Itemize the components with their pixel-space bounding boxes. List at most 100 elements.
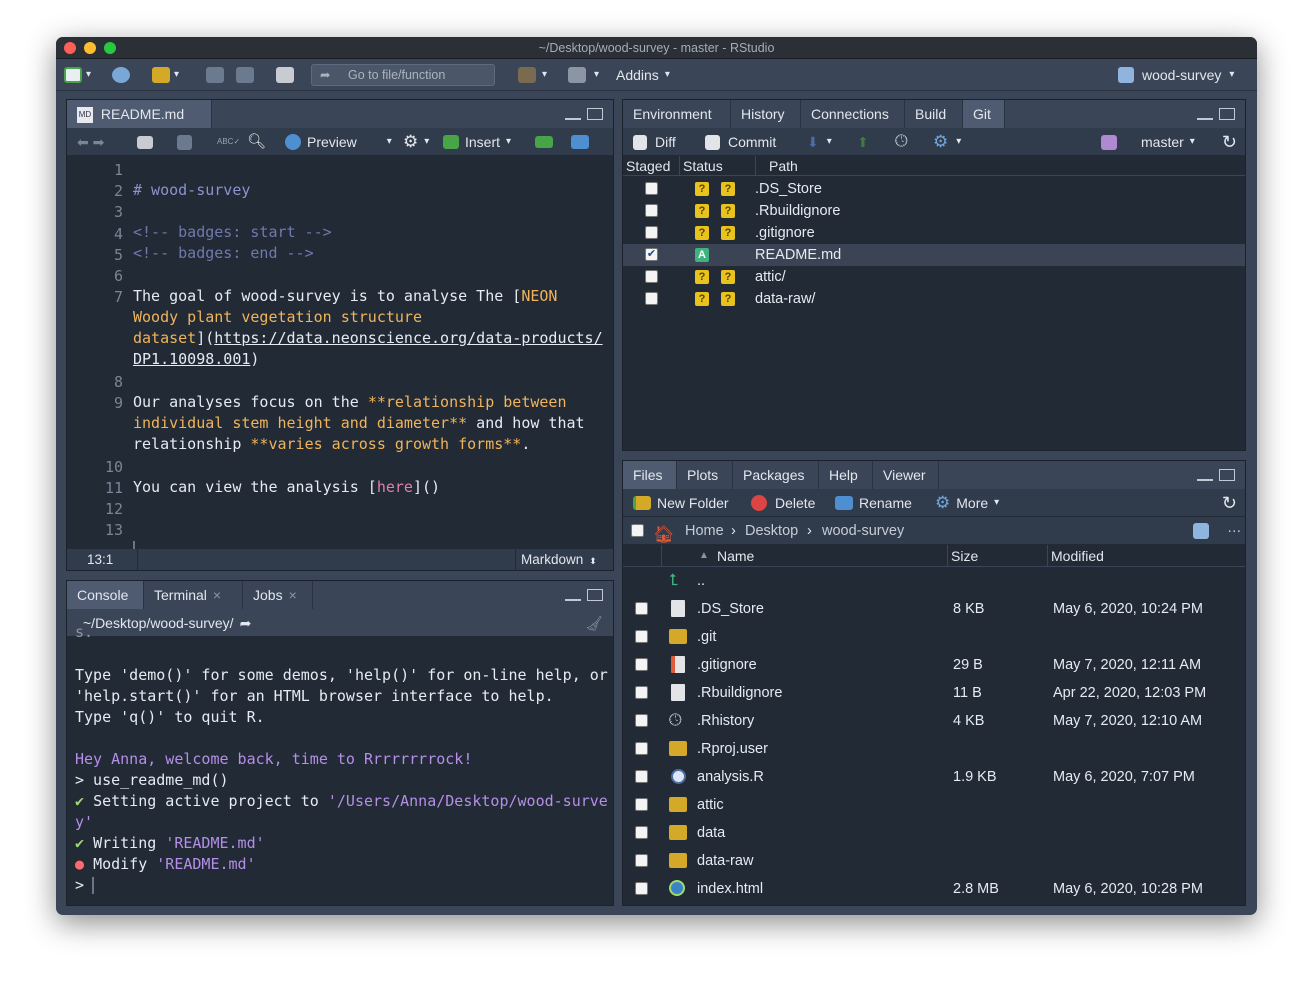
file-checkbox[interactable]: [635, 854, 648, 867]
source-minmax[interactable]: [565, 108, 603, 120]
stage-checkbox[interactable]: [645, 270, 658, 283]
file-checkbox[interactable]: [635, 798, 648, 811]
tab-git[interactable]: Git: [963, 100, 1005, 128]
publish-button[interactable]: [571, 128, 589, 156]
pull-button[interactable]: ⬇ ▾: [807, 128, 832, 156]
git-minmax[interactable]: [1197, 108, 1235, 120]
breadcrumb-home[interactable]: Home: [685, 517, 724, 545]
filetype-select[interactable]: Markdown ⬍: [521, 549, 597, 570]
minimize-pane-icon[interactable]: [565, 115, 581, 120]
file-row[interactable]: .git: [623, 623, 1245, 651]
settings-button[interactable]: ⚙ ▾: [403, 128, 429, 156]
refresh-button[interactable]: ↻: [1222, 128, 1237, 156]
close-window-button[interactable]: [64, 42, 76, 54]
file-name[interactable]: .Rbuildignore: [697, 679, 782, 707]
file-checkbox[interactable]: [635, 630, 648, 643]
file-name[interactable]: .DS_Store: [697, 595, 764, 623]
diff-button[interactable]: Diff: [633, 128, 676, 156]
tab-help[interactable]: Help: [819, 461, 873, 489]
rename-button[interactable]: Rename: [835, 489, 912, 517]
column-header-size[interactable]: Size: [951, 545, 978, 567]
file-name[interactable]: index.html: [697, 875, 763, 903]
stage-checkbox[interactable]: [645, 226, 658, 239]
column-header[interactable]: Path: [769, 156, 798, 176]
tab-packages[interactable]: Packages: [733, 461, 819, 489]
minimize-pane-icon[interactable]: [1197, 476, 1213, 481]
file-row[interactable]: data-raw: [623, 847, 1245, 875]
commit-button[interactable]: Commit: [705, 128, 776, 156]
stage-checkbox[interactable]: [645, 204, 658, 217]
maximize-pane-icon[interactable]: [1219, 469, 1235, 481]
stage-checkbox[interactable]: [645, 182, 658, 195]
close-tab-icon[interactable]: ×: [213, 587, 221, 603]
new-branch-button[interactable]: [1101, 128, 1117, 156]
new-project-button[interactable]: [112, 65, 130, 85]
new-file-button[interactable]: ▾: [64, 65, 91, 85]
file-checkbox[interactable]: [635, 826, 648, 839]
file-name[interactable]: attic: [697, 791, 724, 819]
open-file-button[interactable]: ▾: [152, 65, 179, 85]
file-row[interactable]: attic: [623, 791, 1245, 819]
print-button[interactable]: [276, 65, 294, 85]
file-row[interactable]: .Rproj.user: [623, 735, 1245, 763]
file-name[interactable]: .Rhistory: [697, 707, 754, 735]
tab-viewer[interactable]: Viewer: [873, 461, 939, 489]
vcs-button[interactable]: ▾: [518, 65, 547, 85]
zoom-window-button[interactable]: [104, 42, 116, 54]
push-button[interactable]: ⬆: [857, 128, 869, 156]
git-file-row[interactable]: ?? attic/: [623, 266, 1245, 288]
file-row[interactable]: .Rbuildignore 11 B Apr 22, 2020, 12:03 PM: [623, 679, 1245, 707]
console-prompt[interactable]: >: [75, 876, 95, 894]
file-row[interactable]: .gitignore 29 B May 7, 2020, 12:11 AM: [623, 651, 1245, 679]
minimize-pane-icon[interactable]: [1197, 115, 1213, 120]
minimize-window-button[interactable]: [84, 42, 96, 54]
show-in-window-button[interactable]: [137, 128, 153, 156]
file-row[interactable]: analysis.R 1.9 KB May 6, 2020, 7:07 PM: [623, 763, 1245, 791]
file-row[interactable]: 🕓︎ .Rhistory 4 KB May 7, 2020, 12:10 AM: [623, 707, 1245, 735]
r-project-icon[interactable]: [1193, 523, 1209, 539]
insert-chunk-button[interactable]: Insert ▾: [443, 128, 511, 156]
tab-history[interactable]: History: [731, 100, 801, 128]
branch-select[interactable]: master ▾: [1141, 128, 1195, 156]
preview-button[interactable]: Preview ▾: [285, 128, 392, 156]
git-file-row[interactable]: ?? .Rbuildignore: [623, 200, 1245, 222]
tab-console[interactable]: Console: [67, 581, 144, 609]
file-row[interactable]: data: [623, 819, 1245, 847]
history-button[interactable]: 🕓︎: [895, 128, 908, 156]
file-row[interactable]: index.html 2.8 MB May 6, 2020, 10:28 PM: [623, 875, 1245, 903]
file-name[interactable]: data-raw: [697, 847, 753, 875]
source-save-button[interactable]: [177, 128, 192, 156]
stage-checkbox[interactable]: [645, 292, 658, 305]
file-row[interactable]: .DS_Store 8 KB May 6, 2020, 10:24 PM: [623, 595, 1245, 623]
file-checkbox[interactable]: [635, 882, 648, 895]
find-button[interactable]: 🔍︎: [247, 128, 266, 156]
file-checkbox[interactable]: [635, 602, 648, 615]
maximize-pane-icon[interactable]: [1219, 108, 1235, 120]
code-url[interactable]: DP1.10098.001: [133, 350, 250, 368]
code-url[interactable]: https://data.neonscience.org/data-produc…: [214, 329, 602, 347]
goto-file-input[interactable]: ➦ Go to file/function: [311, 64, 495, 86]
save-all-button[interactable]: [236, 65, 254, 85]
save-button[interactable]: [206, 65, 224, 85]
new-folder-button[interactable]: New Folder: [633, 489, 729, 517]
file-checkbox[interactable]: [635, 770, 648, 783]
files-refresh-button[interactable]: ↻: [1222, 489, 1237, 517]
maximize-pane-icon[interactable]: [587, 108, 603, 120]
column-header-name[interactable]: Name: [717, 545, 754, 567]
git-file-row[interactable]: ?? data-raw/: [623, 288, 1245, 310]
tab-files[interactable]: Files: [623, 461, 677, 489]
tab-build[interactable]: Build: [905, 100, 963, 128]
go-to-directory-icon[interactable]: ➦: [240, 609, 252, 637]
more-options-icon[interactable]: …: [1227, 514, 1242, 542]
tab-environment[interactable]: Environment: [623, 100, 731, 128]
minimize-pane-icon[interactable]: [565, 596, 581, 601]
git-file-row[interactable]: ?? .DS_Store: [623, 178, 1245, 200]
git-file-row[interactable]: ?? .gitignore: [623, 222, 1245, 244]
tab-plots[interactable]: Plots: [677, 461, 733, 489]
select-all-checkbox[interactable]: [631, 524, 644, 537]
code-editor[interactable]: 1 2 3 4 5 6 7 8 9 10 11 12 13 # wood-sur…: [67, 156, 613, 559]
tab-connections[interactable]: Connections: [801, 100, 905, 128]
git-file-row-selected[interactable]: ✔ A README.md: [623, 244, 1245, 266]
file-checkbox[interactable]: [635, 658, 648, 671]
workspace-panes-button[interactable]: ▾: [568, 65, 599, 85]
